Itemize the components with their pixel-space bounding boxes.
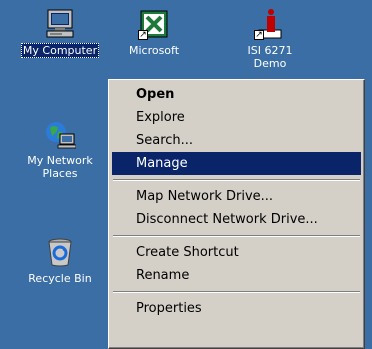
desktop-icon-label: Recycle Bin (28, 272, 92, 285)
desktop-icon-label: Microsoft (128, 44, 180, 57)
menu-item-properties[interactable]: Properties (112, 297, 361, 320)
demo-shortcut-icon: ↗ (254, 8, 286, 40)
desktop-icon-label: ISI 6271 Demo (247, 44, 293, 70)
menu-item-search[interactable]: Search... (112, 129, 361, 152)
menu-item-open[interactable]: Open (112, 83, 361, 106)
desktop-icon-isi-demo[interactable]: ↗ ISI 6271 Demo (230, 8, 310, 71)
menu-separator (113, 179, 360, 181)
desktop-icon-label: My Computer (20, 43, 100, 58)
desktop-icon-label: My Network Places (27, 154, 93, 180)
menu-item-map-network-drive[interactable]: Map Network Drive... (112, 185, 361, 208)
desktop-icon-network-places[interactable]: My Network Places (20, 118, 100, 181)
desktop-icon-my-computer[interactable]: My Computer (20, 8, 100, 58)
menu-item-rename[interactable]: Rename (112, 264, 361, 287)
context-menu: Open Explore Search... Manage Map Networ… (108, 79, 365, 349)
menu-item-disconnect-network-drive[interactable]: Disconnect Network Drive... (112, 208, 361, 231)
shortcut-arrow-icon: ↗ (254, 30, 264, 40)
my-computer-icon (44, 8, 76, 40)
recycle-bin-icon (44, 236, 76, 268)
menu-item-explore[interactable]: Explore (112, 106, 361, 129)
menu-separator (113, 291, 360, 293)
shortcut-arrow-icon: ↗ (138, 30, 148, 40)
menu-item-create-shortcut[interactable]: Create Shortcut (112, 241, 361, 264)
menu-item-manage[interactable]: Manage (112, 152, 361, 175)
excel-shortcut-icon: ↗ (138, 8, 170, 40)
desktop-icon-microsoft-excel[interactable]: ↗ Microsoft (114, 8, 194, 58)
network-places-icon (44, 118, 77, 150)
menu-separator (113, 235, 360, 237)
desktop-icon-recycle-bin[interactable]: Recycle Bin (20, 236, 100, 286)
